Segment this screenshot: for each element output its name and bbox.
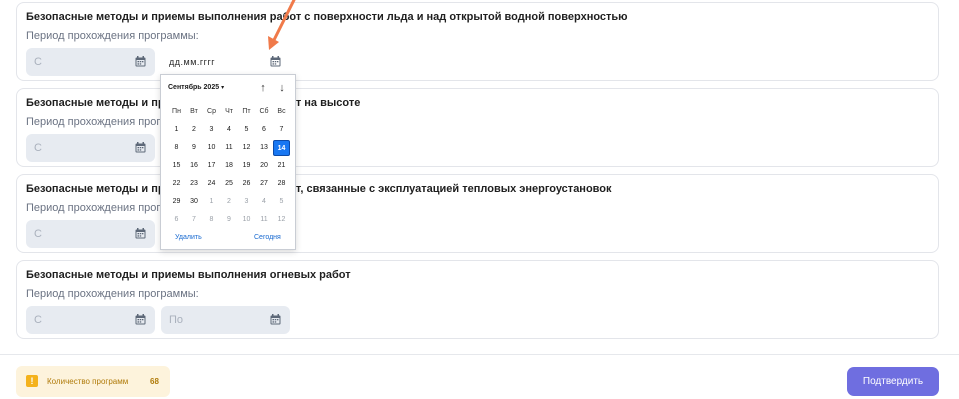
period-label: Период прохождения программы: (26, 30, 199, 42)
date-from-placeholder: С (34, 56, 42, 68)
calendar-day[interactable]: 18 (221, 158, 238, 174)
program-card-4: Безопасные методы и приемы выполнения ог… (16, 260, 939, 339)
calendar-day[interactable]: 4 (256, 194, 273, 210)
count-label: Количество программ (47, 377, 129, 386)
calendar-day[interactable]: 6 (256, 122, 273, 138)
date-from-field[interactable]: С (26, 48, 155, 76)
date-from-placeholder: С (34, 142, 42, 154)
calendar-icon[interactable] (135, 314, 146, 325)
calendar-day[interactable]: 29 (168, 194, 185, 210)
calendar-day[interactable]: 9 (221, 212, 238, 228)
weekday-header: Вт (190, 108, 198, 115)
calendar-day[interactable]: 26 (238, 176, 255, 192)
calendar-day[interactable]: 10 (203, 140, 220, 156)
calendar-day[interactable]: 2 (221, 194, 238, 210)
date-from-placeholder: С (34, 228, 42, 240)
next-month-arrow-icon[interactable]: ↓ (276, 81, 288, 95)
calendar-day[interactable]: 12 (273, 212, 290, 228)
calendar-day[interactable]: 25 (221, 176, 238, 192)
calendar-day[interactable]: 14 (273, 140, 290, 156)
warning-icon: ! (26, 375, 38, 387)
calendar-day[interactable]: 23 (186, 176, 203, 192)
calendar-day[interactable]: 19 (238, 158, 255, 174)
program-card-3: Безопасные методы и приемы выполнения ра… (16, 174, 939, 253)
previous-month-arrow-icon[interactable]: ↑ (257, 81, 269, 95)
calendar-day[interactable]: 3 (238, 194, 255, 210)
calendar-day[interactable]: 28 (273, 176, 290, 192)
calendar-icon[interactable] (135, 142, 146, 153)
program-count-badge: ! Количество программ 68 (16, 366, 170, 397)
month-selector[interactable]: Сентябрь 2025 ▾ (168, 84, 224, 91)
weekday-header: Сб (259, 108, 269, 115)
program-card-2: Безопасные методы и приемы выполнения ра… (16, 88, 939, 167)
calendar-day[interactable]: 8 (203, 212, 220, 228)
date-from-field[interactable]: С (26, 134, 155, 162)
calendar-day[interactable]: 6 (168, 212, 185, 228)
calendar-day[interactable]: 11 (256, 212, 273, 228)
calendar-day[interactable]: 5 (238, 122, 255, 138)
date-to-field[interactable]: По (161, 306, 290, 334)
footer-divider (0, 354, 959, 355)
delete-date-button[interactable]: Удалить (175, 234, 202, 241)
calendar-day[interactable]: 16 (186, 158, 203, 174)
calendar-icon[interactable] (270, 314, 281, 325)
weekday-header: Ср (207, 108, 216, 115)
calendar-day[interactable]: 20 (256, 158, 273, 174)
program-card-1: Безопасные методы и приемы выполнения ра… (16, 2, 939, 81)
calendar-day[interactable]: 9 (186, 140, 203, 156)
calendar-icon[interactable] (135, 56, 146, 67)
calendar-day[interactable]: 1 (168, 122, 185, 138)
calendar-day[interactable]: 22 (168, 176, 185, 192)
calendar-day[interactable]: 30 (186, 194, 203, 210)
calendar-day[interactable]: 3 (203, 122, 220, 138)
weekday-header: Чт (225, 108, 233, 115)
calendar-day[interactable]: 5 (273, 194, 290, 210)
calendar-day[interactable]: 10 (238, 212, 255, 228)
weekday-header: Пн (172, 108, 181, 115)
date-from-field[interactable]: С (26, 220, 155, 248)
date-to-placeholder: дд.мм.гггг (169, 57, 216, 67)
weekday-header: Вс (277, 108, 286, 115)
datepicker-popup: Сентябрь 2025 ▾ ↑ ↓ Пн Вт Ср Чт Пт Сб Вс 1 2 3 4 5 6 7… (160, 74, 296, 250)
period-label: Период прохождения программы: (26, 288, 199, 300)
calendar-day[interactable]: 7 (273, 122, 290, 138)
program-title: Безопасные методы и приемы выполнения ог… (26, 269, 351, 281)
calendar-day[interactable]: 24 (203, 176, 220, 192)
calendar-day[interactable]: 21 (273, 158, 290, 174)
date-from-field[interactable]: С (26, 306, 155, 334)
annotation-arrow-icon (268, 0, 296, 50)
calendar-day[interactable]: 13 (256, 140, 273, 156)
calendar-day[interactable]: 11 (221, 140, 238, 156)
calendar-day[interactable]: 15 (168, 158, 185, 174)
calendar-day[interactable]: 7 (186, 212, 203, 228)
calendar-day[interactable]: 4 (221, 122, 238, 138)
calendar-day[interactable]: 27 (256, 176, 273, 192)
month-label: Сентябрь 2025 (168, 84, 220, 91)
calendar-day[interactable]: 8 (168, 140, 185, 156)
calendar-day[interactable]: 12 (238, 140, 255, 156)
date-from-placeholder: С (34, 314, 42, 326)
program-title: Безопасные методы и приемы выполнения ра… (26, 11, 628, 23)
calendar-day[interactable]: 1 (203, 194, 220, 210)
calendar-icon[interactable] (135, 228, 146, 239)
date-to-placeholder: По (169, 314, 184, 326)
program-title: Безопасные методы и приемы выполнения ра… (26, 183, 612, 195)
weekday-header: Пт (242, 108, 251, 115)
chevron-down-icon: ▾ (221, 85, 225, 91)
today-button[interactable]: Сегодня (254, 234, 281, 241)
count-value: 68 (150, 377, 159, 386)
calendar-day[interactable]: 17 (203, 158, 220, 174)
calendar-day[interactable]: 2 (186, 122, 203, 138)
confirm-button[interactable]: Подтвердить (847, 367, 939, 396)
